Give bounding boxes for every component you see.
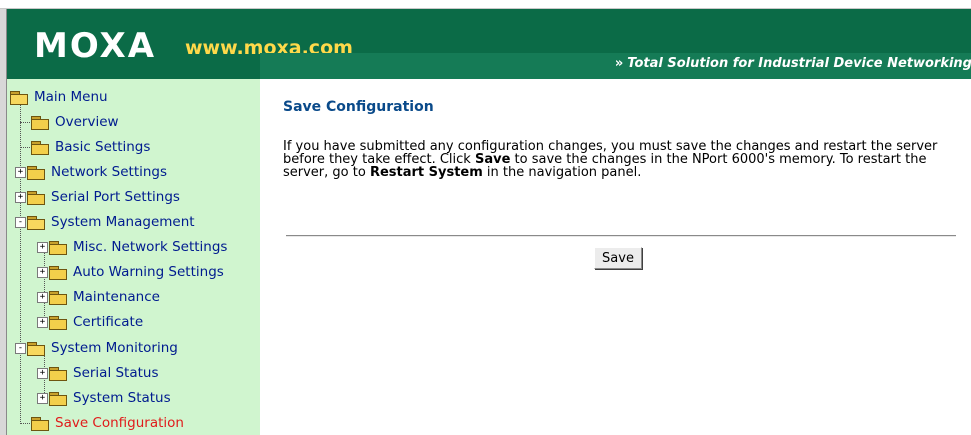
sidebar-left-edge — [0, 79, 7, 435]
double-chevron-icon: » — [614, 56, 624, 71]
expand-icon[interactable]: + — [37, 291, 48, 303]
sidebar-item-label: Serial Port Settings — [51, 189, 180, 205]
expand-icon[interactable]: + — [37, 266, 48, 278]
sidebar-item-label: Network Settings — [51, 164, 168, 180]
description-part: in the navigation panel. — [482, 165, 642, 180]
sidebar-item-label: System Status — [73, 390, 171, 406]
sidebar-item-serial-status[interactable]: + Serial Status — [37, 362, 159, 384]
expand-icon[interactable]: + — [37, 316, 48, 328]
tagline-text: Total Solution for Industrial Device Net… — [627, 56, 971, 71]
tree-connector — [20, 122, 30, 123]
folder-icon — [49, 315, 67, 330]
expand-icon[interactable]: + — [37, 241, 48, 253]
sidebar-item-system-monitoring[interactable]: - System Monitoring — [15, 337, 178, 359]
sidebar-item-save-configuration[interactable]: Save Configuration — [31, 412, 184, 434]
sidebar-item-label: Misc. Network Settings — [73, 239, 228, 255]
header-banner: MOXA www.moxa.com » Total Solution for In… — [0, 9, 971, 79]
navigation-sidebar: Main Menu Overview Basic Settings + Netwo… — [0, 79, 260, 435]
folder-icon — [27, 165, 45, 180]
folder-icon — [27, 190, 45, 205]
sidebar-item-label: Save Configuration — [55, 415, 184, 431]
folder-icon — [31, 416, 49, 431]
sidebar-item-serial-port-settings[interactable]: + Serial Port Settings — [15, 186, 180, 208]
tagline: » Total Solution for Industrial Device Ne… — [615, 56, 971, 71]
folder-icon — [49, 265, 67, 280]
divider — [286, 235, 956, 237]
sidebar-item-basic-settings[interactable]: Basic Settings — [31, 136, 150, 158]
sidebar-item-label: Maintenance — [73, 289, 160, 305]
folder-icon — [49, 366, 67, 381]
tree-connector — [20, 101, 21, 424]
sidebar-item-maintenance[interactable]: + Maintenance — [37, 286, 160, 308]
folder-open-icon — [27, 341, 45, 356]
sidebar-item-system-management[interactable]: - System Management — [15, 211, 195, 233]
description-restart-keyword: Restart System — [369, 165, 483, 180]
expand-icon[interactable]: + — [37, 367, 48, 379]
moxa-logo: MOXA — [34, 26, 157, 66]
sidebar-item-label: Auto Warning Settings — [73, 264, 224, 280]
folder-icon — [31, 115, 49, 130]
sidebar-item-label: Overview — [55, 114, 119, 130]
folder-icon — [31, 140, 49, 155]
sidebar-item-label: System Management — [51, 214, 195, 230]
sidebar-item-label: Basic Settings — [55, 139, 151, 155]
folder-open-icon — [10, 90, 28, 105]
page-title: Save Configuration — [283, 99, 434, 115]
folder-icon — [49, 290, 67, 305]
description-text: If you have submitted any configuration … — [283, 140, 963, 179]
sidebar-item-label: System Monitoring — [51, 340, 178, 356]
tagline-bar: » Total Solution for Industrial Device Ne… — [260, 53, 971, 79]
collapse-icon[interactable]: - — [15, 216, 26, 228]
sidebar-item-label: Serial Status — [73, 365, 159, 381]
sidebar-item-label: Certificate — [73, 314, 144, 330]
top-border — [0, 0, 971, 9]
sidebar-item-network-settings[interactable]: + Network Settings — [15, 161, 167, 183]
save-button[interactable]: Save — [594, 247, 642, 269]
expand-icon[interactable]: + — [15, 166, 26, 178]
folder-open-icon — [27, 215, 45, 230]
sidebar-item-auto-warning-settings[interactable]: + Auto Warning Settings — [37, 261, 224, 283]
main-content: Save Configuration If you have submitted… — [260, 79, 971, 435]
expand-icon[interactable]: + — [37, 392, 48, 404]
sidebar-item-system-status[interactable]: + System Status — [37, 387, 171, 409]
expand-icon[interactable]: + — [15, 191, 26, 203]
folder-icon — [49, 391, 67, 406]
folder-icon — [49, 240, 67, 255]
sidebar-item-label: Main Menu — [34, 89, 108, 105]
tree-connector — [20, 147, 30, 148]
sidebar-item-overview[interactable]: Overview — [31, 111, 119, 133]
sidebar-item-certificate[interactable]: + Certificate — [37, 311, 143, 333]
sidebar-item-main-menu[interactable]: Main Menu — [10, 86, 108, 108]
header-left-edge — [0, 9, 7, 79]
collapse-icon[interactable]: - — [15, 342, 26, 354]
tree-connector — [20, 423, 30, 424]
sidebar-item-misc-network-settings[interactable]: + Misc. Network Settings — [37, 236, 227, 258]
